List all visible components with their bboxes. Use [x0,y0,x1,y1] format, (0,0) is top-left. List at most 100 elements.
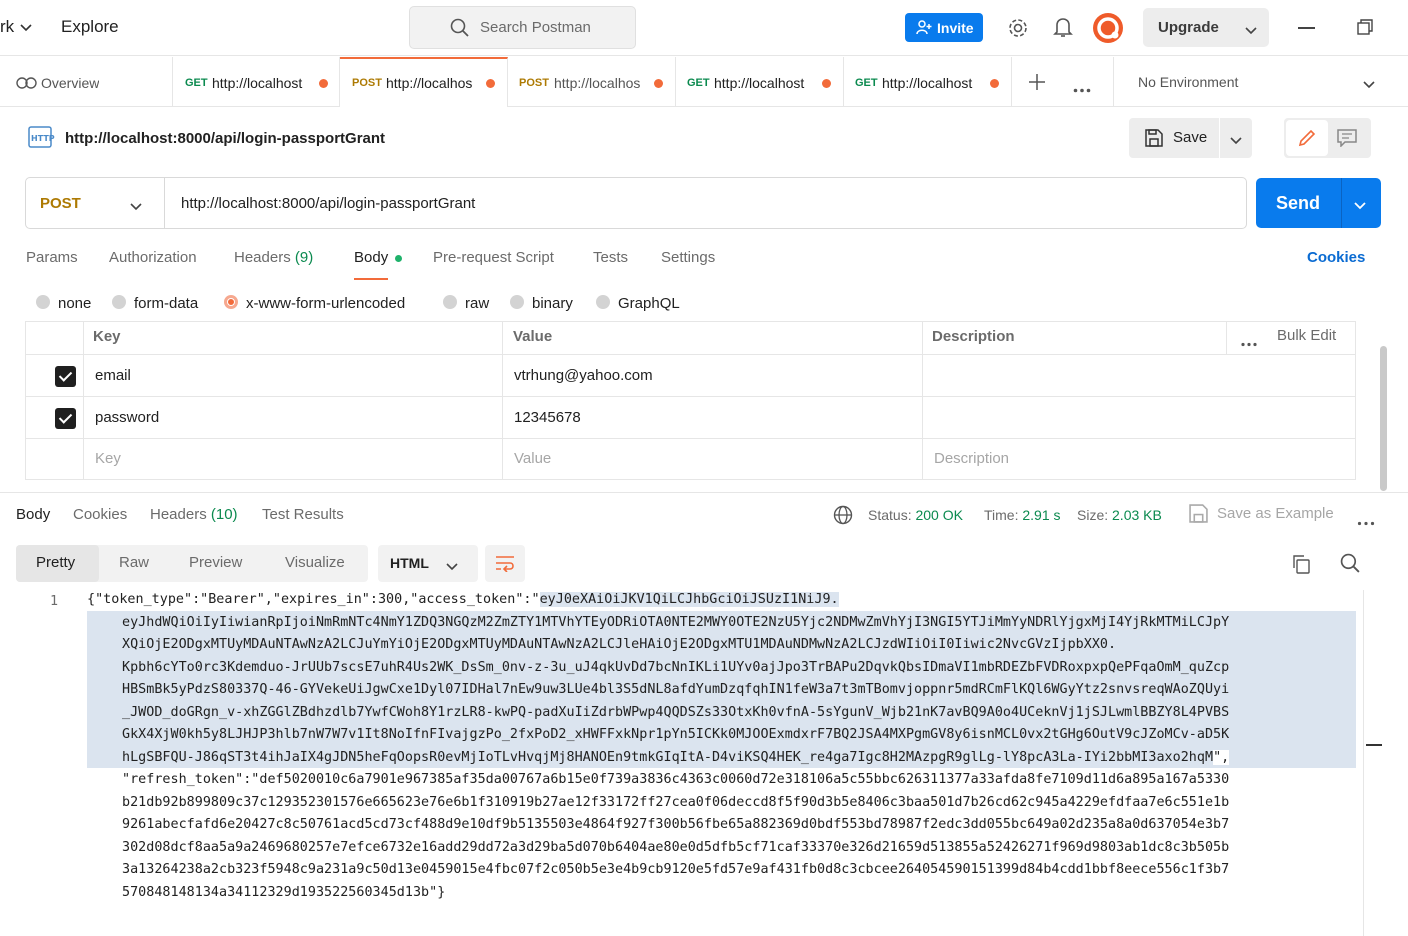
view-mode-segmented: Pretty Raw Preview Visualize [16,545,368,582]
tab-body[interactable]: Body [354,249,402,280]
radio-none[interactable]: none [36,295,91,312]
time-value: 2.91 s [1022,507,1061,523]
minimize-icon[interactable] [1298,27,1315,29]
tab-request[interactable]: GET http://localhost [172,57,340,107]
table-row: email vtrhung@yahoo.com [25,355,1356,397]
maximize-icon[interactable] [1357,19,1373,38]
copy-icon[interactable] [1291,554,1311,577]
column-header-key: Key [93,328,121,345]
radio-binary[interactable]: binary [510,295,573,312]
radio-circle [112,295,126,309]
tab-request-active[interactable]: POST http://localhos [340,57,508,107]
key-placeholder[interactable]: Key [95,450,121,467]
time-info[interactable]: Time: 2.91 s [984,507,1061,523]
chevron-down-icon[interactable] [1245,23,1257,39]
tab-request[interactable]: POST http://localhos [508,57,676,107]
chevron-down-icon[interactable] [20,20,32,36]
code-line: eyJhdWQiOiIyIiwianRpIjoiNmRmNTc4NmY1ZDQ3… [122,615,1230,630]
workspace-menu[interactable]: rk [0,17,14,37]
view-visualize-button[interactable]: Visualize [285,554,345,571]
tab-overview[interactable]: Overview [0,57,172,107]
tab-body-label: Body [354,249,389,266]
cookies-link[interactable]: Cookies [1307,249,1365,266]
explore-link[interactable]: Explore [61,17,119,37]
status-info[interactable]: Status: 200 OK [868,507,963,523]
row-enabled-checkbox[interactable] [55,366,76,387]
bulk-edit-link[interactable]: Bulk Edit [1277,327,1336,344]
tab-url: http://localhos [554,75,641,91]
tab-settings[interactable]: Settings [661,249,715,266]
save-as-example-button[interactable]: Save as Example [1217,505,1334,522]
code-line: _JWOD_doGRgn_v-xhZGGlZBdhzdlb7YwfCWoh8Y1… [122,705,1230,720]
chevron-down-icon [1363,77,1375,93]
save-button[interactable]: Save [1129,118,1252,158]
response-tab-body[interactable]: Body [16,506,50,523]
more-options-icon[interactable] [1241,334,1257,350]
tab-pre-request-script[interactable]: Pre-request Script [433,249,554,266]
invite-label: Invite [937,20,974,36]
line-number: 1 [50,594,59,609]
code-scrollbar-track[interactable] [1363,590,1364,936]
tab-authorization[interactable]: Authorization [109,249,197,266]
size-info[interactable]: Size: 2.03 KB [1077,507,1162,523]
tab-overview-label: Overview [41,75,100,91]
search-icon[interactable] [1340,553,1361,577]
send-button[interactable]: Send [1256,178,1381,228]
radio-graphql[interactable]: GraphQL [596,295,680,312]
more-options-icon[interactable] [1357,513,1375,529]
row-key[interactable]: email [95,367,131,384]
comments-icon[interactable] [1337,129,1357,150]
notification-bell-icon[interactable] [1053,16,1073,42]
size-label: Size: [1077,507,1109,523]
response-body-code[interactable]: 1 {"token_type":"Bearer","expires_in":30… [0,590,1408,936]
scrollbar[interactable] [1380,346,1387,491]
upgrade-button[interactable]: Upgrade [1143,8,1269,47]
response-tab-headers[interactable]: Headers (10) [150,506,238,523]
row-enabled-checkbox[interactable] [55,408,76,429]
view-pretty-button[interactable]: Pretty [16,545,99,582]
more-tabs-icon[interactable] [1073,80,1091,96]
globe-icon[interactable] [833,505,853,528]
tab-tests[interactable]: Tests [593,249,628,266]
chevron-down-icon[interactable] [1230,133,1242,149]
edit-mode-button[interactable] [1286,120,1328,156]
description-placeholder[interactable]: Description [934,450,1009,467]
url-input[interactable] [181,195,1181,212]
radio-urlencoded-label: x-www-form-urlencoded [246,295,406,312]
radio-x-www-form-urlencoded[interactable]: x-www-form-urlencoded [224,295,405,312]
tab-headers[interactable]: Headers (9) [234,249,313,266]
value-placeholder[interactable]: Value [514,450,551,467]
settings-gear-icon[interactable] [1007,17,1029,42]
wrap-lines-button[interactable] [485,545,525,582]
method-select[interactable]: POST [26,178,165,228]
request-title[interactable]: http://localhost:8000/api/login-passport… [65,130,385,147]
radio-form-data[interactable]: form-data [112,295,198,312]
response-tab-headers-label: Headers [150,506,207,523]
row-key[interactable]: password [95,409,159,426]
chevron-down-icon[interactable] [1354,198,1366,214]
size-value: 2.03 KB [1112,507,1162,523]
row-value[interactable]: 12345678 [514,409,581,426]
format-select[interactable]: HTML [378,545,478,582]
radio-raw[interactable]: raw [443,295,489,312]
new-tab-plus-icon[interactable] [1029,74,1045,93]
view-raw-button[interactable]: Raw [119,554,149,571]
view-preview-button[interactable]: Preview [189,554,242,571]
code-line: HBSmBk5yPdzS80337Q-46-GYVekeUiJgwCxe1Dyl… [122,682,1230,697]
radio-none-label: none [58,295,92,312]
url-bar: POST [25,177,1247,229]
avatar[interactable] [1092,12,1124,47]
tab-params[interactable]: Params [26,249,78,266]
invite-button[interactable]: Invite [905,13,983,42]
row-value[interactable]: vtrhung@yahoo.com [514,367,653,384]
tab-request[interactable]: GET http://localhost [844,57,1012,107]
code-line: "refresh_token":"def5020010c6a7901e96738… [122,772,1230,787]
response-tab-cookies[interactable]: Cookies [73,506,127,523]
request-tabs-bar: Overview GET http://localhost POST http:… [0,57,1408,107]
response-headers-count: (10) [210,506,238,523]
response-tab-test-results[interactable]: Test Results [262,506,344,523]
environment-selector[interactable]: No Environment [1113,57,1408,107]
tab-request[interactable]: GET http://localhost [676,57,844,107]
search-bar[interactable]: Search Postman [409,6,636,49]
text-cursor [1366,744,1382,746]
